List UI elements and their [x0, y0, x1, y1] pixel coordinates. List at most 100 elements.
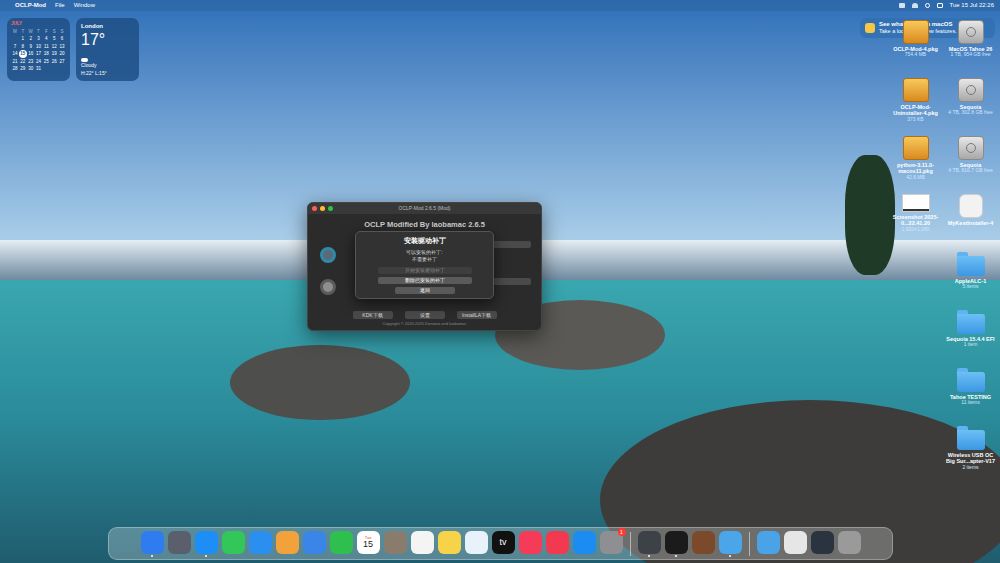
dock-item[interactable] [438, 531, 461, 557]
folder-icon [957, 252, 985, 276]
running-indicator [178, 555, 180, 557]
dock-item[interactable] [465, 531, 488, 557]
calendar-day: 25 [42, 58, 50, 66]
running-indicator [475, 555, 477, 557]
dialog-title: 安装驱动补丁 [404, 236, 446, 247]
dock-item[interactable] [719, 531, 742, 557]
dock-separator [630, 532, 631, 556]
footer-button[interactable]: 设置 [405, 311, 445, 319]
dock-item[interactable] [757, 531, 780, 557]
running-indicator [502, 555, 504, 557]
calendar-day: 17 [35, 50, 43, 58]
footer-button[interactable]: InstallLA下载 [457, 311, 497, 319]
dock-item[interactable] [168, 531, 191, 557]
zoom-button[interactable] [328, 206, 333, 211]
desktop-icon[interactable]: OCLP-Mod-Uninstaller-4.pkg373 KB [888, 76, 943, 134]
dock-item[interactable]: tv [492, 531, 515, 557]
cloud-icon [81, 58, 88, 62]
dock-item[interactable] [811, 531, 834, 557]
app-icon [168, 531, 191, 554]
screenshot-thumbnail-icon [902, 194, 930, 212]
dialog-text: 可以安装的补丁: [406, 249, 442, 256]
dock-item[interactable] [638, 531, 661, 557]
app-icon [303, 531, 326, 554]
dock-item[interactable] [573, 531, 596, 557]
minimize-button[interactable] [320, 206, 325, 211]
dock-item[interactable] [222, 531, 245, 557]
calendar-day: 20 [58, 50, 66, 58]
desktop-icon-info: 1 TB, 954 GB free [950, 52, 990, 58]
menu-button[interactable] [493, 241, 531, 248]
desktop-icon[interactable]: MyKextInstaller-4 [943, 192, 998, 250]
calendar-day: 31 [35, 65, 43, 73]
dock-item[interactable] [411, 531, 434, 557]
dialog-button[interactable]: 返回 [395, 287, 455, 294]
calendar-day: 26 [50, 58, 58, 66]
search-icon[interactable] [925, 3, 930, 8]
calendar-widget[interactable]: JULYMTWTFSS12345678910111213141516171819… [7, 18, 70, 81]
dock-item[interactable] [195, 531, 218, 557]
menu-item[interactable]: Window [74, 1, 95, 10]
dock-item[interactable] [384, 531, 407, 557]
calendar-day: 10 [35, 43, 43, 51]
desktop-icon-info: 373 KB [907, 117, 923, 123]
desktop-icon[interactable]: Tahoe TESTING11 items [943, 366, 998, 424]
dock-item[interactable] [303, 531, 326, 557]
running-indicator [794, 555, 796, 557]
dock-item[interactable]: Tue15 [357, 531, 380, 557]
calendar-day: 19 [50, 50, 58, 58]
app-icon [222, 531, 245, 554]
tips-icon [865, 23, 875, 33]
weather-widget[interactable]: London17°CloudyH:22° L:15° [76, 18, 139, 81]
dock-item[interactable]: 1 [600, 531, 623, 557]
calendar-day [50, 65, 58, 73]
dock-item[interactable] [249, 531, 272, 557]
dock-item[interactable] [276, 531, 299, 557]
desktop-icon-label: Wireless USB OC Big Sur...apter-V17 [944, 452, 998, 465]
desktop-icon[interactable]: Sequoia4 TB, 816.7 GB free [943, 134, 998, 192]
dock-item[interactable] [330, 531, 353, 557]
menu-item[interactable]: File [55, 1, 65, 10]
dock-item[interactable] [692, 531, 715, 557]
desktop-icon[interactable]: MacOS Tahoe 261 TB, 954 GB free [943, 18, 998, 76]
app-icon [546, 531, 569, 554]
app-menu[interactable]: OCLP-Mod [15, 1, 46, 10]
desktop-icon[interactable]: Sequoia 15.4.4 EFI1 item [943, 308, 998, 366]
calendar-day: 8 [19, 43, 27, 51]
running-indicator [421, 555, 423, 557]
close-button[interactable] [312, 206, 317, 211]
app-icon: Tue15 [357, 531, 380, 554]
desktop-icon[interactable]: Wireless USB OC Big Sur...apter-V172 ite… [943, 424, 998, 482]
app-icon [330, 531, 353, 554]
dock-separator [749, 532, 750, 556]
footer-button[interactable]: KDK下载 [353, 311, 393, 319]
desktop-icon[interactable]: Sequoia4 TB, 302.8 GB free [943, 76, 998, 134]
calendar-day: 13 [58, 43, 66, 51]
dock-item[interactable] [519, 531, 542, 557]
desktop-icon[interactable]: AppleALC-15 items [943, 250, 998, 308]
control-center-icon[interactable] [937, 3, 943, 8]
desktop-icon-label: Screenshot 2025-0...22.41.20 [889, 214, 943, 227]
dock-item[interactable] [784, 531, 807, 557]
package-icon [903, 78, 929, 102]
dock-item[interactable] [546, 531, 569, 557]
desktop-icon-label: MyKextInstaller-4 [944, 220, 998, 226]
status-icon[interactable] [899, 3, 905, 8]
clock[interactable]: Tue 15 Jul 22:26 [950, 1, 994, 10]
calendar-day: 6 [58, 35, 66, 43]
desktop-icon[interactable]: Screenshot 2025-0...22.41.201,920×1,080 [888, 192, 943, 250]
wifi-icon[interactable] [912, 3, 918, 8]
desktop-icon[interactable]: python-3.11.0-macos11.pkg42.6 MB [888, 134, 943, 192]
app-icon [811, 531, 834, 554]
running-indicator [394, 555, 396, 557]
dock-item[interactable] [141, 531, 164, 557]
calendar-day: 1 [19, 35, 27, 43]
dock-item[interactable] [838, 531, 861, 557]
desktop-icon[interactable]: OCLP-Mod-4.pkg754.4 MB [888, 18, 943, 76]
app-icon [276, 531, 299, 554]
dialog-button[interactable]: 删除已安装的补丁 [378, 277, 472, 284]
dock-item[interactable] [665, 531, 688, 557]
menu-button[interactable] [493, 278, 531, 285]
calendar-day: 23 [27, 58, 35, 66]
calendar-day: 11 [42, 43, 50, 51]
